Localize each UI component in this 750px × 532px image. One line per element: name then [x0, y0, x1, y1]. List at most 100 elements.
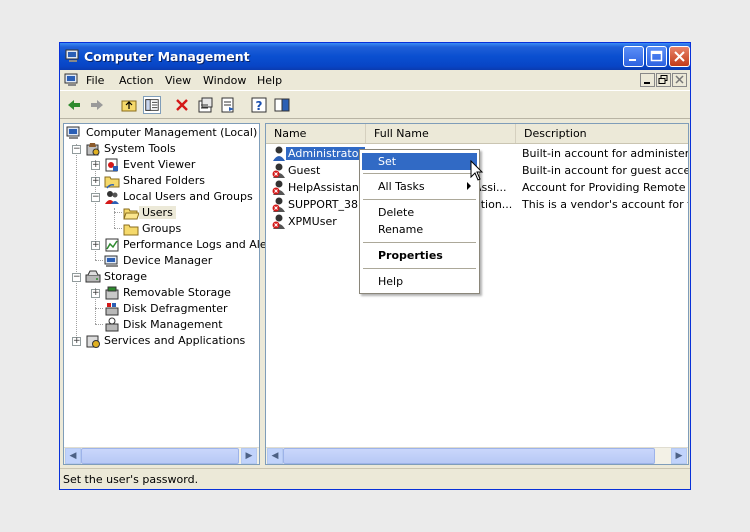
mdi-minimize-button[interactable]	[640, 73, 655, 87]
collapse-icon[interactable]: −	[91, 193, 100, 202]
scroll-left-icon[interactable]: ◀	[267, 448, 283, 464]
user-description: Built-in account for guest access to	[522, 164, 688, 177]
help-icon[interactable]: ?	[250, 96, 268, 114]
user-name: SUPPORT_38...	[288, 198, 369, 211]
menu-item-rename[interactable]: Rename	[362, 221, 477, 238]
context-menu: Set Password... All Tasks Delete Rename …	[359, 149, 480, 294]
shared-folder-icon	[104, 176, 120, 189]
expand-icon[interactable]: +	[91, 177, 100, 186]
storage-icon	[85, 270, 101, 283]
tree-guide	[114, 208, 115, 228]
tree-label: Event Viewer	[123, 158, 196, 171]
user-name: HelpAssistant	[288, 181, 364, 194]
maximize-button[interactable]	[646, 46, 667, 67]
toolbar: ?	[60, 90, 690, 119]
svg-text:?: ?	[256, 99, 263, 113]
minimize-button[interactable]	[623, 46, 644, 67]
scroll-right-icon[interactable]: ▶	[241, 448, 257, 464]
list-horizontal-scrollbar[interactable]: ◀ ▶	[266, 447, 688, 464]
menu-action[interactable]: Action	[119, 74, 153, 87]
tree-label: Removable Storage	[123, 286, 231, 299]
tree-label: Local Users and Groups	[123, 190, 253, 203]
collapse-icon[interactable]: −	[72, 273, 81, 282]
submenu-arrow-icon	[467, 182, 471, 190]
performance-icon	[105, 238, 119, 252]
forward-icon[interactable]	[88, 96, 106, 114]
list-header: Name Full Name Description	[266, 124, 688, 144]
export-list-icon[interactable]	[219, 96, 237, 114]
menu-help[interactable]: Help	[257, 74, 282, 87]
disabled-user-icon	[272, 214, 285, 229]
console-tree-icon[interactable]	[273, 96, 291, 114]
tree-label: Services and Applications	[104, 334, 246, 347]
mdi-close-button[interactable]	[672, 73, 687, 87]
menu-item-help[interactable]: Help	[362, 273, 477, 290]
title-bar[interactable]: Computer Management	[60, 43, 690, 70]
menu-bar: File Action View Window Help	[60, 70, 690, 90]
computer-management-icon	[65, 49, 79, 62]
close-icon	[674, 51, 685, 62]
tree-guide	[95, 260, 103, 261]
expand-icon[interactable]: +	[91, 289, 100, 298]
menu-item-properties[interactable]: Properties	[362, 247, 477, 264]
menu-separator	[363, 268, 476, 269]
mouse-cursor-icon	[470, 160, 484, 181]
tree-label: Disk Management	[123, 318, 223, 331]
tree-label-selected: Users	[139, 206, 176, 219]
scroll-thumb[interactable]	[283, 448, 655, 464]
expand-icon[interactable]: +	[91, 241, 100, 250]
menu-view[interactable]: View	[165, 74, 191, 87]
tree-guide	[114, 228, 122, 229]
scroll-right-icon[interactable]: ▶	[671, 448, 687, 464]
tree-label: Disk Defragmenter	[123, 302, 228, 315]
up-folder-icon[interactable]	[120, 96, 138, 114]
device-manager-icon	[104, 255, 118, 267]
mdi-restore-button[interactable]	[656, 73, 671, 87]
minimize-icon	[644, 82, 650, 84]
tree-label: Device Manager	[123, 254, 213, 267]
collapse-icon[interactable]: −	[72, 145, 81, 154]
menu-item-delete[interactable]: Delete	[362, 204, 477, 221]
tree-label: Groups	[142, 222, 182, 235]
expand-icon[interactable]: +	[91, 161, 100, 170]
status-text: Set the user's password.	[63, 473, 199, 486]
computer-icon	[66, 126, 80, 139]
menu-window[interactable]: Window	[203, 74, 246, 87]
tree-label: Computer Management (Local)	[86, 126, 258, 139]
column-header-full-name[interactable]: Full Name	[366, 124, 516, 143]
column-header-description[interactable]: Description	[516, 124, 688, 143]
defragmenter-icon	[105, 303, 119, 316]
services-icon	[86, 335, 100, 348]
properties-icon[interactable]	[196, 96, 214, 114]
disabled-user-icon	[272, 163, 285, 178]
menu-separator	[363, 173, 476, 174]
console-icon[interactable]	[64, 72, 80, 88]
tree-label: Performance Logs and Alerts	[123, 238, 282, 251]
tree-horizontal-scrollbar[interactable]: ◀ ▶	[64, 447, 259, 464]
column-header-name[interactable]: Name	[266, 124, 366, 143]
show-hide-tree-icon[interactable]	[143, 96, 161, 114]
restore-icon	[658, 75, 668, 84]
delete-icon[interactable]	[173, 96, 191, 114]
tree-guide	[114, 212, 122, 213]
disk-management-icon	[105, 317, 119, 332]
menu-item-set-password[interactable]: Set Password...	[362, 153, 477, 181]
user-description: Account for Providing Remote Assis	[522, 181, 688, 194]
system-tools-icon	[86, 143, 100, 156]
tree-guide	[76, 144, 77, 340]
console-tree[interactable]: Computer Management (Local) − System Too…	[63, 123, 281, 465]
disabled-user-icon	[272, 180, 285, 195]
scroll-left-icon[interactable]: ◀	[65, 448, 81, 464]
tree-label: Shared Folders	[123, 174, 205, 187]
expand-icon[interactable]: +	[72, 337, 81, 346]
scroll-thumb[interactable]	[81, 448, 239, 464]
user-name: XPMUser	[288, 215, 337, 228]
menu-file[interactable]: File	[86, 74, 104, 87]
back-icon[interactable]	[65, 96, 83, 114]
close-button[interactable]	[669, 46, 690, 67]
event-viewer-icon	[105, 158, 118, 172]
users-groups-icon	[105, 191, 119, 204]
menu-item-all-tasks[interactable]: All Tasks	[362, 178, 477, 195]
menu-separator	[363, 242, 476, 243]
tree-label: Storage	[104, 270, 148, 283]
